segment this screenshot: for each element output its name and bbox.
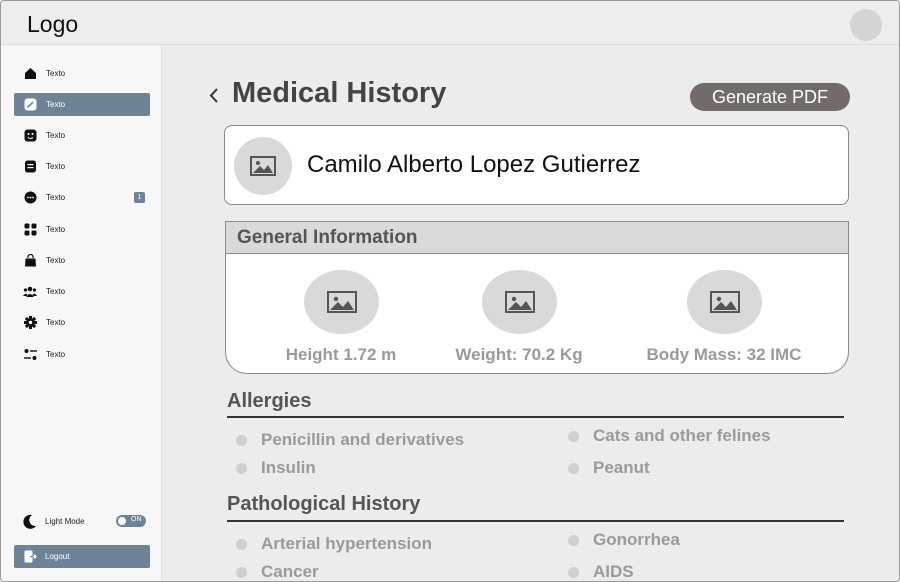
logout-button[interactable]: Logout (14, 545, 150, 568)
image-icon (504, 291, 535, 313)
condition-item: Cancer (261, 562, 319, 581)
list-item: AIDS (568, 562, 634, 581)
allergies-divider (227, 416, 844, 418)
avatar[interactable] (850, 9, 882, 41)
bullet (236, 538, 247, 550)
light-mode-label: Light Mode (45, 516, 85, 526)
sidebar-item-document[interactable]: Texto (14, 155, 150, 178)
list-item: Arterial hypertension (236, 534, 432, 554)
height-image (304, 270, 379, 334)
sidebar-item-label: Texto (46, 69, 66, 78)
logout-icon (24, 550, 37, 563)
patient-card: Camilo Alberto Lopez Gutierrez (224, 125, 849, 205)
bullet (236, 434, 247, 446)
document-icon (23, 160, 37, 174)
sidebar-item-home[interactable]: Texto (14, 62, 150, 85)
light-mode-row: Light Mode ON (14, 511, 150, 531)
list-item: Gonorrhea (568, 530, 680, 550)
bag-icon (23, 254, 37, 268)
sidebar-item-label: Texto (46, 287, 66, 296)
app-window: Logo Texto Texto Texto Texto Texto 1 Tex… (0, 0, 900, 582)
edit-icon (23, 98, 37, 112)
moon-icon (23, 514, 37, 529)
bullet (568, 462, 579, 474)
sidebar: Texto Texto Texto Texto Texto 1 Texto Te… (1, 45, 162, 581)
sidebar-item-label: Texto (46, 350, 66, 359)
sidebar-item-filters[interactable]: Texto (14, 343, 150, 366)
back-button[interactable] (207, 83, 221, 107)
list-item: Cancer (236, 562, 319, 581)
condition-item: AIDS (593, 562, 634, 581)
sidebar-item-face[interactable]: Texto (14, 124, 150, 147)
bullet (568, 534, 579, 546)
sliders-icon (23, 348, 37, 362)
general-information-card: General Information Height 1.72 m Weight… (225, 221, 849, 374)
gear-icon (23, 316, 37, 330)
pathological-history-title: Pathological History (227, 493, 421, 515)
toggle-knob (118, 517, 126, 525)
body-mass-image (687, 270, 762, 334)
generate-pdf-button[interactable]: Generate PDF (690, 83, 850, 111)
sidebar-item-label: Texto (46, 162, 66, 171)
logout-label: Logout (45, 552, 70, 561)
allergy-item: Insulin (261, 458, 316, 477)
body-mass-value: Body Mass: 32 IMC (646, 345, 802, 364)
bullet (568, 566, 579, 578)
allergy-item: Peanut (593, 458, 650, 477)
sidebar-item-bag[interactable]: Texto (14, 249, 150, 272)
weight-value: Weight: 70.2 Kg (455, 345, 583, 364)
image-icon (326, 291, 357, 313)
general-information-title: General Information (226, 222, 848, 254)
top-bar: Logo (1, 1, 899, 45)
bullet (236, 462, 247, 474)
sidebar-item-users[interactable]: Texto (14, 280, 150, 303)
logo: Logo (27, 11, 79, 37)
list-item: Penicillin and derivatives (236, 430, 464, 450)
pathological-divider (227, 520, 844, 522)
sidebar-item-edit[interactable]: Texto (14, 93, 150, 116)
sidebar-item-settings[interactable]: Texto (14, 311, 150, 334)
image-icon (250, 156, 276, 176)
sidebar-item-label: Texto (46, 193, 66, 202)
list-item: Cats and other felines (568, 426, 771, 446)
page-title: Medical History (232, 77, 447, 109)
allergies-title: Allergies (227, 390, 312, 412)
notification-badge: 1 (134, 192, 145, 203)
light-mode-toggle[interactable]: ON (116, 515, 146, 527)
weight-image (482, 270, 557, 334)
list-item: Insulin (236, 458, 316, 478)
bullet (568, 430, 579, 442)
image-icon (709, 291, 740, 313)
sidebar-item-label: Texto (46, 318, 66, 327)
chat-icon (23, 191, 37, 205)
sidebar-item-label: Texto (46, 131, 66, 140)
condition-item: Gonorrhea (593, 530, 680, 549)
patient-name: Camilo Alberto Lopez Gutierrez (307, 151, 641, 178)
grid-icon (23, 223, 37, 237)
sidebar-item-label: Texto (46, 100, 66, 109)
chevron-left-icon (209, 88, 218, 103)
allergy-item: Cats and other felines (593, 426, 771, 445)
users-icon (23, 285, 37, 299)
sidebar-item-grid[interactable]: Texto (14, 218, 150, 241)
home-icon (23, 67, 37, 81)
toggle-state: ON (131, 516, 142, 523)
sidebar-item-chat[interactable]: Texto 1 (14, 186, 150, 209)
sidebar-item-label: Texto (46, 225, 66, 234)
sidebar-item-label: Texto (46, 256, 66, 265)
height-value: Height 1.72 m (285, 345, 397, 364)
list-item: Peanut (568, 458, 650, 478)
allergy-item: Penicillin and derivatives (261, 430, 465, 449)
face-icon (23, 129, 37, 143)
bullet (236, 566, 247, 578)
patient-photo (234, 137, 292, 195)
condition-item: Arterial hypertension (261, 534, 432, 553)
